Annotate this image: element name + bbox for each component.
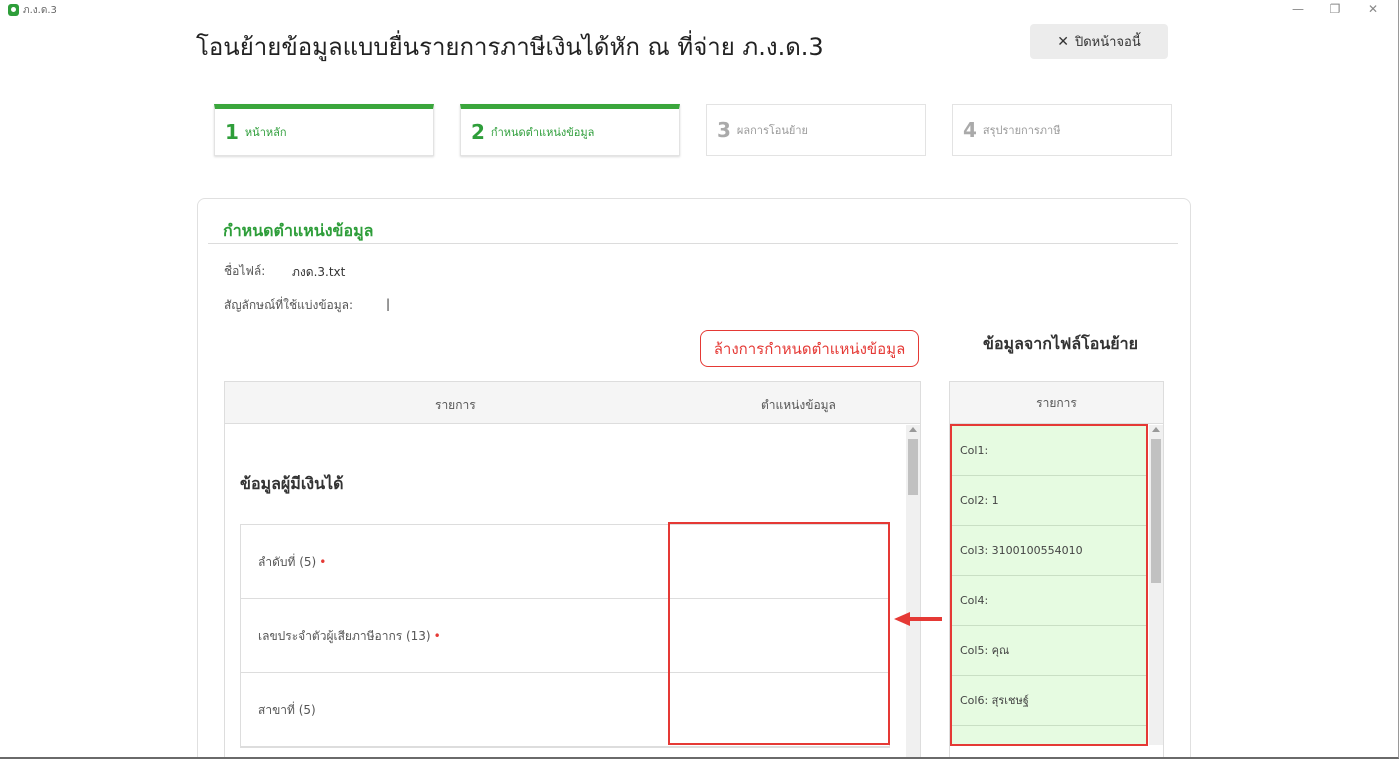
section-divider bbox=[208, 243, 1178, 244]
source-scrollbar[interactable] bbox=[1149, 425, 1163, 745]
app-name: ภ.ง.ด.3 bbox=[23, 5, 57, 16]
delimiter-value: | bbox=[386, 297, 391, 311]
source-column-item[interactable]: Col4: bbox=[952, 576, 1146, 626]
mapping-scrollbar[interactable] bbox=[906, 425, 920, 757]
restore-button[interactable]: ❐ bbox=[1318, 0, 1352, 20]
row-label: เลขประจำตัวผู้เสียภาษีอากร (13) • bbox=[258, 629, 441, 643]
step-number: 1 bbox=[225, 120, 239, 144]
close-screen-label: ปิดหน้าจอนี้ bbox=[1074, 35, 1141, 50]
source-columns-table: รายการ Col1: Col2: 1 Col3: 3100100554010… bbox=[949, 381, 1164, 757]
delimiter-label: สัญลักษณ์ที่ใช้แบ่งข้อมูล: bbox=[224, 298, 354, 312]
mapping-table: รายการ ตำแหน่งข้อมูล ข้อมูลผู้มีเงินได้ … bbox=[224, 381, 921, 757]
close-screen-button[interactable]: ✕ ปิดหน้าจอนี้ bbox=[1030, 24, 1168, 59]
file-name-row: ชื่อไฟล์: ภงด.3.txt bbox=[224, 262, 345, 281]
close-icon: ✕ bbox=[1057, 33, 1069, 50]
delimiter-row: สัญลักษณ์ที่ใช้แบ่งข้อมูล: | bbox=[224, 296, 390, 315]
mapping-panel: กำหนดตำแหน่งข้อมูล ชื่อไฟล์: ภงด.3.txt ส… bbox=[197, 198, 1191, 757]
group-title: ข้อมูลผู้มีเงินได้ bbox=[240, 474, 344, 493]
scroll-thumb[interactable] bbox=[908, 439, 918, 495]
step-transfer-result[interactable]: 3 ผลการโอนย้าย bbox=[706, 104, 926, 156]
source-header: รายการ bbox=[950, 382, 1163, 424]
step-label: สรุปรายการภาษี bbox=[982, 124, 1061, 137]
window-close-button[interactable]: ✕ bbox=[1356, 0, 1390, 20]
source-column-item[interactable]: Col2: 1 bbox=[952, 476, 1146, 526]
clear-mapping-button[interactable]: ล้างการกำหนดตำแหน่งข้อมูล bbox=[700, 330, 919, 367]
source-data-title: ข้อมูลจากไฟล์โอนย้าย bbox=[983, 334, 1138, 353]
scroll-thumb[interactable] bbox=[1151, 439, 1161, 583]
drag-arrow-icon bbox=[894, 612, 944, 626]
source-column-item[interactable]: Col7: ศิริประเสริฐ bbox=[952, 726, 1146, 744]
step-tax-summary[interactable]: 4 สรุปรายการภาษี bbox=[952, 104, 1172, 156]
section-title: กำหนดตำแหน่งข้อมูล bbox=[223, 221, 374, 240]
row-label: สาขาที่ (5) bbox=[258, 703, 316, 717]
row-label: ลำดับที่ (5) • bbox=[258, 555, 327, 569]
step-number: 4 bbox=[963, 118, 977, 142]
title-bar: ภ.ง.ด.3 — ❐ ✕ bbox=[0, 0, 1398, 20]
minimize-button[interactable]: — bbox=[1281, 0, 1315, 20]
file-name-value: ภงด.3.txt bbox=[292, 265, 346, 279]
header-position: ตำแหน่งข้อมูล bbox=[761, 398, 836, 412]
source-columns-list[interactable]: Col1: Col2: 1 Col3: 3100100554010 Col4: … bbox=[950, 424, 1148, 746]
page-title: โอนย้ายข้อมูลแบบยื่นรายการภาษีเงินได้หัก… bbox=[196, 33, 824, 61]
source-column-item[interactable]: Col3: 3100100554010 bbox=[952, 526, 1146, 576]
source-column-item[interactable]: Col5: คุณ bbox=[952, 626, 1146, 676]
step-label: กำหนดตำแหน่งข้อมูล bbox=[490, 126, 595, 139]
scroll-up-icon[interactable] bbox=[909, 427, 917, 432]
header-item: รายการ bbox=[435, 398, 476, 412]
source-column-item[interactable]: Col1: bbox=[952, 426, 1146, 476]
position-drop-zone[interactable] bbox=[668, 522, 890, 745]
required-mark: • bbox=[319, 555, 327, 569]
source-column-item[interactable]: Col6: สุรเชษฐ์ bbox=[952, 676, 1146, 726]
app-logo-icon bbox=[8, 4, 19, 16]
file-name-label: ชื่อไฟล์: bbox=[224, 264, 266, 278]
step-home[interactable]: 1 หน้าหลัก bbox=[214, 104, 434, 156]
scroll-up-icon[interactable] bbox=[1152, 427, 1160, 432]
mapping-table-header: รายการ ตำแหน่งข้อมูล bbox=[225, 382, 920, 424]
step-number: 2 bbox=[471, 120, 485, 144]
required-mark: • bbox=[433, 629, 441, 643]
step-label: ผลการโอนย้าย bbox=[736, 124, 808, 137]
step-number: 3 bbox=[717, 118, 731, 142]
step-set-position[interactable]: 2 กำหนดตำแหน่งข้อมูล bbox=[460, 104, 680, 156]
app-window: ภ.ง.ด.3 — ❐ ✕ โอนย้ายข้อมูลแบบยื่นรายการ… bbox=[0, 0, 1399, 759]
step-label: หน้าหลัก bbox=[244, 126, 287, 139]
